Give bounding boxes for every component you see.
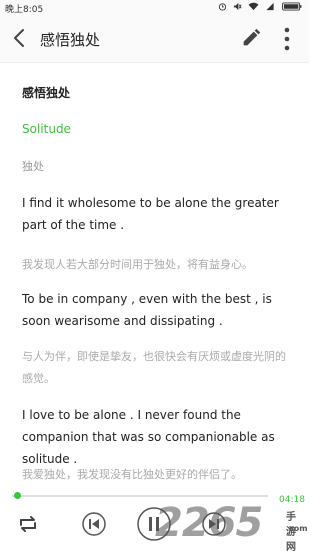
status-bar: 晚上8:05: [0, 0, 309, 16]
signal-icon: [266, 2, 274, 11]
alarm-icon: [218, 3, 227, 11]
paragraph-chinese: 我发现人若大部分时间用于独处，将有益身心。: [22, 258, 253, 271]
page-title: 感悟独处: [40, 31, 101, 49]
vocabulary-translation: 独处: [22, 160, 44, 173]
more-options-icon[interactable]: [280, 26, 294, 52]
paragraph-english[interactable]: I find it wholesome to be alone the grea…: [22, 192, 294, 236]
app-bar: 感悟独处: [0, 16, 309, 63]
progress-knob[interactable]: [14, 492, 22, 499]
progress-track[interactable]: [12, 495, 268, 497]
previous-track-icon[interactable]: [80, 510, 108, 538]
back-arrow-icon[interactable]: [8, 26, 32, 50]
paragraph-english[interactable]: To be in company , even with the best , …: [22, 288, 294, 332]
paragraph-english[interactable]: I love to be alone . I never found the c…: [22, 404, 294, 470]
repeat-icon[interactable]: [14, 510, 42, 538]
elapsed-time: 04:18: [279, 495, 305, 505]
paragraph-chinese: 与人为伴，即使是挚友，也很快会有厌烦或虚度光阴的感觉。: [22, 350, 286, 385]
vocabulary-word[interactable]: Solitude: [22, 122, 71, 136]
site-watermark: 2265 手游网 .com: [155, 500, 308, 553]
status-icons: [218, 2, 303, 11]
wifi-icon: [248, 2, 259, 11]
battery-icon: [282, 2, 302, 11]
watermark-url: .com: [286, 524, 308, 533]
edit-pencil-icon[interactable]: [240, 27, 262, 49]
watermark-brand: 2265: [155, 500, 263, 546]
mute-icon: [233, 2, 242, 11]
status-time: 晚上8:05: [5, 5, 44, 15]
article-heading: 感悟独处: [22, 86, 71, 100]
